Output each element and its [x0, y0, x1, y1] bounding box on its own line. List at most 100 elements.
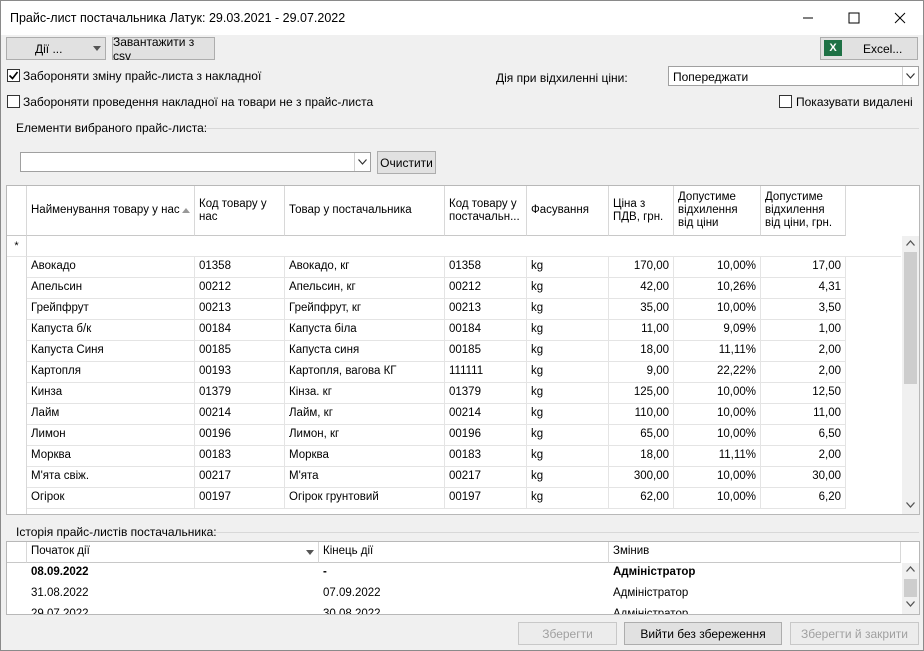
table-cell[interactable]: 00213 — [445, 299, 527, 320]
table-cell[interactable]: kg — [527, 341, 609, 362]
table-cell[interactable]: 300,00 — [609, 467, 674, 488]
history-vertical-scrollbar[interactable] — [902, 563, 919, 614]
table-cell[interactable]: 00185 — [195, 341, 285, 362]
history-cell[interactable]: Адміністратор — [609, 605, 901, 614]
table-cell[interactable]: Авокадо — [27, 257, 195, 278]
history-column-header-changed-by[interactable]: Змінив — [609, 542, 901, 563]
column-header-deviation-percent[interactable]: Допустиме відхилення від ціни — [674, 186, 761, 236]
table-cell[interactable]: Огірок грунтовий — [285, 488, 445, 509]
table-cell[interactable]: М'ята — [285, 467, 445, 488]
history-cell[interactable]: - — [319, 563, 609, 583]
table-cell[interactable]: 00184 — [195, 320, 285, 341]
table-row[interactable]: Авокадо 01358 Авокадо, кг 01358 kg 170,00 10,0… — [7, 257, 846, 278]
table-cell[interactable]: 01358 — [195, 257, 285, 278]
history-row[interactable]: 31.08.2022 07.09.2022 Адміністратор — [7, 584, 901, 605]
table-cell[interactable]: Капуста синя — [285, 341, 445, 362]
chevron-down-icon[interactable] — [354, 153, 370, 171]
chevron-down-icon[interactable] — [902, 67, 918, 85]
history-cell[interactable]: 31.08.2022 — [27, 584, 319, 604]
table-cell[interactable]: Лайм — [27, 404, 195, 425]
table-cell[interactable]: Лимон, кг — [285, 425, 445, 446]
new-row[interactable] — [27, 236, 901, 257]
table-cell[interactable]: 10,00% — [674, 299, 761, 320]
table-cell[interactable]: 00196 — [445, 425, 527, 446]
table-cell[interactable]: 10,00% — [674, 488, 761, 509]
table-cell[interactable]: 00217 — [445, 467, 527, 488]
scroll-up-icon[interactable] — [906, 566, 915, 572]
items-filter-select[interactable] — [20, 152, 371, 172]
table-cell[interactable]: kg — [527, 488, 609, 509]
table-cell[interactable]: 170,00 — [609, 257, 674, 278]
load-csv-button[interactable]: Завантажити з csv — [112, 35, 215, 63]
table-cell[interactable]: Морква — [27, 446, 195, 467]
table-cell[interactable]: 00214 — [195, 404, 285, 425]
table-cell[interactable]: Кинза — [27, 383, 195, 404]
table-cell[interactable]: 1,00 — [761, 320, 846, 341]
table-cell[interactable]: 17,00 — [761, 257, 846, 278]
exit-without-saving-button[interactable]: Вийти без збереження — [624, 622, 782, 645]
table-cell[interactable]: 125,00 — [609, 383, 674, 404]
table-cell[interactable]: 10,00% — [674, 383, 761, 404]
actions-dropdown-button[interactable]: Дії ... — [6, 37, 106, 60]
table-cell[interactable]: Капуста б/к — [27, 320, 195, 341]
maximize-button[interactable] — [831, 1, 877, 35]
table-row[interactable]: Картопля 00193 Картопля, вагова КГ 111111 kg… — [7, 362, 846, 383]
history-cell[interactable]: 29.07.2022 — [27, 605, 319, 614]
table-cell[interactable]: 110,00 — [609, 404, 674, 425]
table-cell[interactable]: 00183 — [445, 446, 527, 467]
table-row[interactable]: Морква 00183 Морква 00183 kg 18,00 11,11% 2,00 — [7, 446, 846, 467]
table-cell[interactable]: kg — [527, 446, 609, 467]
history-cell[interactable]: 30.08.2022 — [319, 605, 609, 614]
table-cell[interactable]: 11,11% — [674, 341, 761, 362]
table-row[interactable]: М'ята свіж. 00217 М'ята 00217 kg 300,00 10,00%… — [7, 467, 846, 488]
table-cell[interactable]: 18,00 — [609, 341, 674, 362]
table-cell[interactable]: М'ята свіж. — [27, 467, 195, 488]
history-row[interactable]: 29.07.2022 30.08.2022 Адміністратор — [7, 605, 901, 614]
table-cell[interactable]: 11,00 — [761, 404, 846, 425]
table-cell[interactable]: 10,00% — [674, 404, 761, 425]
table-cell[interactable]: 42,00 — [609, 278, 674, 299]
minimize-button[interactable] — [785, 1, 831, 35]
table-cell[interactable]: kg — [527, 467, 609, 488]
table-cell[interactable]: 00212 — [195, 278, 285, 299]
table-cell[interactable]: 10,00% — [674, 467, 761, 488]
table-cell[interactable]: Капуста Синя — [27, 341, 195, 362]
table-cell[interactable]: 00212 — [445, 278, 527, 299]
table-cell[interactable]: 12,50 — [761, 383, 846, 404]
table-row[interactable]: Апельсин 00212 Апельсин, кг 00212 kg 42,00 10,… — [7, 278, 846, 299]
forbid-change-checkbox[interactable] — [7, 69, 20, 82]
table-cell[interactable]: Огірок — [27, 488, 195, 509]
table-cell[interactable]: 11,11% — [674, 446, 761, 467]
clear-filter-button[interactable]: Очистити — [377, 151, 436, 174]
table-cell[interactable]: Лимон — [27, 425, 195, 446]
history-scroll-thumb[interactable] — [904, 579, 917, 597]
table-cell[interactable]: 6,20 — [761, 488, 846, 509]
table-cell[interactable]: Картопля, вагова КГ — [285, 362, 445, 383]
table-cell[interactable]: 10,00% — [674, 425, 761, 446]
column-header-supplier-code[interactable]: Код товару у постачальн... — [445, 186, 527, 236]
table-cell[interactable]: kg — [527, 299, 609, 320]
history-cell[interactable]: Адміністратор — [609, 584, 901, 604]
table-cell[interactable]: 00214 — [445, 404, 527, 425]
table-cell[interactable]: kg — [527, 362, 609, 383]
table-cell[interactable]: 00213 — [195, 299, 285, 320]
table-cell[interactable]: 01358 — [445, 257, 527, 278]
table-cell[interactable]: kg — [527, 278, 609, 299]
save-and-close-button[interactable]: Зберегти й закрити — [790, 622, 919, 645]
history-cell[interactable]: 08.09.2022 — [27, 563, 319, 583]
table-cell[interactable]: kg — [527, 257, 609, 278]
table-cell[interactable]: Лайм, кг — [285, 404, 445, 425]
table-cell[interactable]: 3,50 — [761, 299, 846, 320]
table-cell[interactable]: 2,00 — [761, 341, 846, 362]
table-row[interactable]: Лайм 00214 Лайм, кг 00214 kg 110,00 10,00% 11,0… — [7, 404, 846, 425]
table-cell[interactable]: kg — [527, 320, 609, 341]
table-row[interactable]: Кинза 01379 Кінза. кг 01379 kg 125,00 10,00% 12… — [7, 383, 846, 404]
table-row[interactable]: Капуста б/к 00184 Капуста біла 00184 kg 11,00… — [7, 320, 846, 341]
table-cell[interactable]: 18,00 — [609, 446, 674, 467]
table-cell[interactable]: Кінза. кг — [285, 383, 445, 404]
table-cell[interactable]: 30,00 — [761, 467, 846, 488]
column-header-supplier-product[interactable]: Товар у постачальника — [285, 186, 445, 236]
table-cell[interactable]: 00193 — [195, 362, 285, 383]
forbid-post-checkbox[interactable] — [7, 95, 20, 108]
scroll-down-icon[interactable] — [906, 502, 915, 508]
